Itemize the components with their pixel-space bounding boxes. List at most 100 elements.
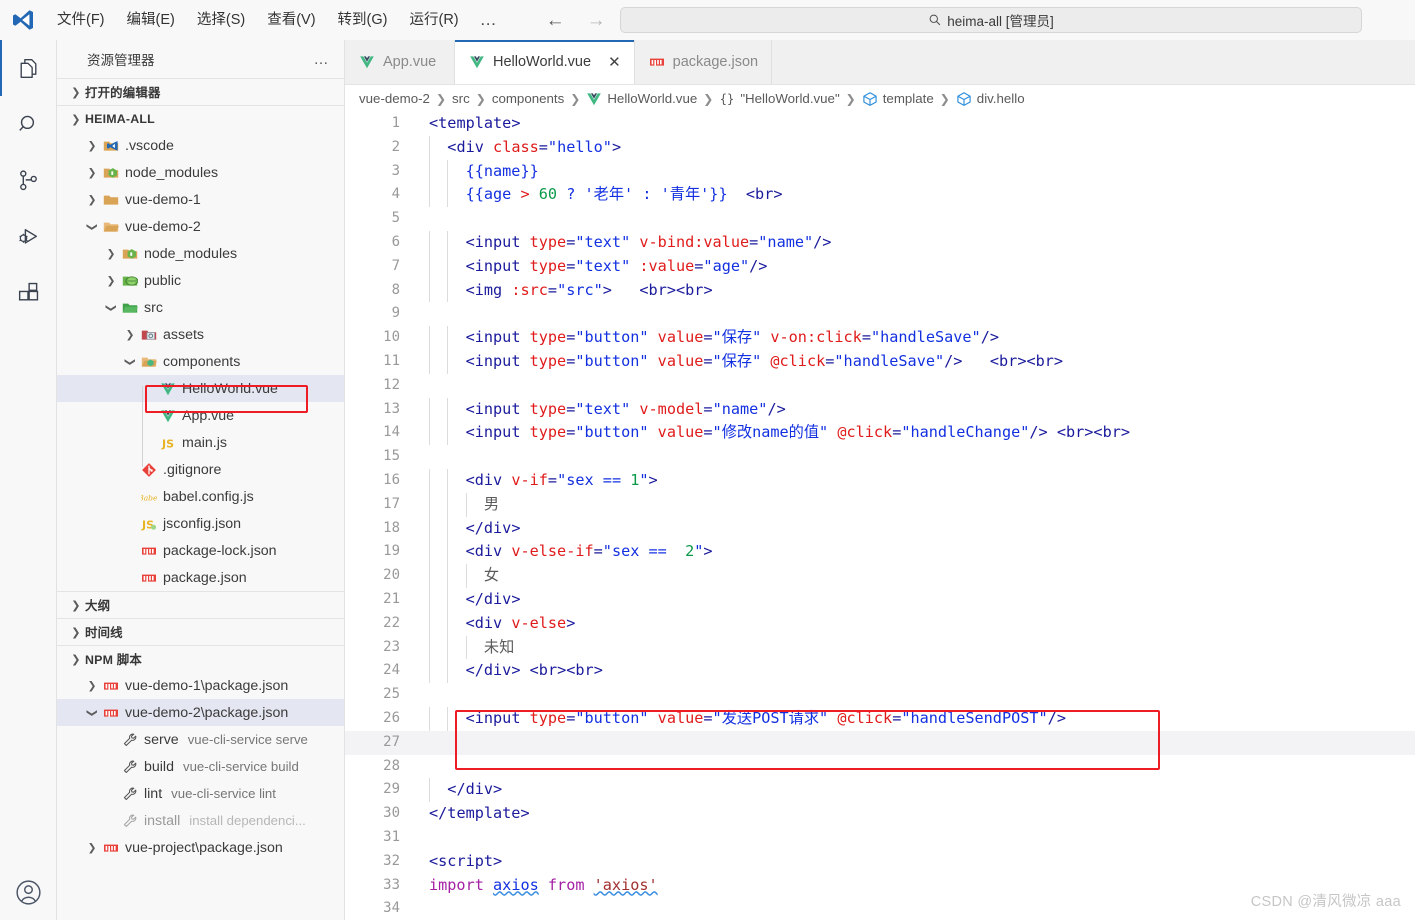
activitybar-source-control[interactable] (0, 152, 57, 208)
code-editor[interactable]: 1 <template> 2 <div class="hello"> 3 {{name}}… (345, 112, 1415, 920)
search-icon (18, 115, 34, 131)
npm-file-icon (100, 705, 121, 721)
section-workspace-root[interactable]: ❯ HEIMA-ALL (57, 105, 344, 132)
tree-folder-row[interactable]: ❯ vue-demo-2 (57, 213, 344, 240)
code-token: > (773, 185, 783, 204)
code-token: </ (465, 589, 484, 608)
folder-open-icon (100, 219, 121, 235)
code-token: = (703, 423, 713, 442)
close-icon[interactable]: ✕ (608, 55, 621, 70)
section-outline[interactable]: ❯ 大纲 (57, 591, 344, 618)
activitybar-explorer[interactable] (0, 40, 57, 96)
breadcrumb-item[interactable]: {} "HelloWorld.vue" (719, 91, 840, 107)
tree-folder-row[interactable]: ❯ components (57, 348, 344, 375)
breadcrumb-item[interactable]: components (492, 91, 564, 106)
breadcrumb-item[interactable]: src (452, 91, 470, 106)
breadcrumb-separator-icon: ❯ (703, 91, 714, 106)
breadcrumb-item[interactable]: template (862, 91, 934, 107)
code-token: br (575, 661, 594, 680)
code-token: template (447, 804, 521, 823)
tree-file-row[interactable]: HelloWorld.vue (57, 375, 344, 402)
activitybar-run-debug[interactable] (0, 208, 57, 264)
menu-edit[interactable]: 编辑(E) (116, 7, 186, 33)
code-text: <div v-else> (466, 612, 576, 636)
editor-tab[interactable]: package.json (634, 40, 773, 84)
tree-file-row[interactable]: App.vue (57, 402, 344, 429)
code-text: <div v-else-if="sex == 2"> (466, 540, 713, 564)
code-token: img (474, 280, 503, 299)
tree-folder-row[interactable]: ❯ node_modules (57, 159, 344, 186)
breadcrumb-item[interactable]: HelloWorld.vue (586, 91, 697, 107)
editor-tab[interactable]: HelloWorld.vue ✕ (455, 40, 635, 84)
tree-folder-row[interactable]: ❯ vue-demo-1 (57, 186, 344, 213)
menu-view[interactable]: 查看(V) (256, 7, 326, 33)
arrow-left-icon[interactable]: ← (546, 11, 565, 30)
code-token: "button" (575, 423, 649, 442)
tree-file-row[interactable]: .gitignore (57, 456, 344, 483)
code-token: "hello" (547, 137, 612, 156)
editor-tab[interactable]: App.vue (345, 40, 455, 84)
breadcrumb-item[interactable]: div.hello (956, 91, 1025, 107)
tree-file-row[interactable]: package-lock.json (57, 537, 344, 564)
tree-file-row[interactable]: Babel babel.config.js (57, 483, 344, 510)
npm-script-row[interactable]: install install dependenci... (57, 807, 344, 834)
tree-file-row[interactable]: package.json (57, 564, 344, 591)
npm-package-row[interactable]: ❯ vue-project\package.json (57, 834, 344, 861)
menu-selection[interactable]: 选择(S) (186, 7, 256, 33)
src-folder-icon (119, 300, 140, 316)
npm-package-row[interactable]: ❯ vue-demo-2\package.json (57, 699, 344, 726)
npm-file-icon (649, 54, 665, 70)
tree-folder-row[interactable]: ❯ public (57, 267, 344, 294)
quick-input-bar[interactable]: heima-all [管理员] (620, 7, 1362, 33)
tree-file-row[interactable]: JS jsconfig.json (57, 510, 344, 537)
code-text: <input type="button" value="修改name的值" @c… (466, 421, 1130, 445)
line-number: 6 (391, 233, 400, 250)
npm-row-command: vue-cli-service build (182, 759, 299, 774)
line-number: 7 (391, 257, 400, 274)
sidebar-more-button[interactable]: … (314, 51, 331, 68)
section-open-editors[interactable]: ❯ 打开的编辑器 (57, 78, 344, 105)
activitybar-search[interactable] (0, 96, 57, 152)
code-token: "handleSave" (834, 351, 945, 370)
babel-file-icon: Babel (141, 493, 157, 502)
menu-more-button[interactable]: … (470, 10, 508, 30)
breadcrumb-item[interactable]: vue-demo-2 (359, 91, 430, 106)
activitybar-extensions[interactable] (0, 264, 57, 320)
tree-folder-row[interactable]: ❯ .vscode (57, 132, 344, 159)
npm-script-row[interactable]: lint vue-cli-service lint (57, 780, 344, 807)
tree-folder-row[interactable]: ❯ src (57, 294, 344, 321)
code-token: /> (749, 256, 768, 275)
tree-file-row[interactable]: JS main.js (57, 429, 344, 456)
code-token: > (1120, 423, 1131, 442)
code-token: "发送POST请求" (712, 708, 829, 727)
code-token: "age" (703, 256, 750, 275)
breadcrumb-label: vue-demo-2 (359, 91, 430, 106)
menu-go[interactable]: 转到(G) (327, 7, 399, 33)
code-token: < (429, 851, 439, 870)
activitybar-account[interactable] (0, 864, 57, 920)
npm-script-row[interactable]: serve vue-cli-service serve (57, 726, 344, 753)
line-number: 8 (391, 281, 400, 298)
indent-guide (429, 254, 430, 279)
code-token: value (657, 708, 704, 727)
code-line: 20 女 (345, 564, 1415, 588)
tree-folder-row[interactable]: ❯ node_modules (57, 240, 344, 267)
arrow-right-icon[interactable]: → (587, 11, 606, 30)
section-npm-scripts[interactable]: ❯ NPM 脚本 (57, 645, 344, 672)
menu-run[interactable]: 运行(R) (398, 7, 469, 33)
section-timeline[interactable]: ❯ 时间线 (57, 618, 344, 645)
chevron-right-icon: ❯ (87, 166, 97, 179)
chevron-right-icon: ❯ (71, 626, 81, 639)
code-line: 15 (345, 445, 1415, 469)
code-token: = (547, 470, 558, 489)
tree-folder-row[interactable]: ❯ assets (57, 321, 344, 348)
npm-package-row[interactable]: ❯ vue-demo-1\package.json (57, 672, 344, 699)
wrench-icon (123, 733, 136, 746)
chevron-right-icon: ❯ (106, 247, 116, 260)
npm-script-row[interactable]: build vue-cli-service build (57, 753, 344, 780)
menu-file[interactable]: 文件(F) (46, 7, 116, 33)
vue-file-icon (587, 92, 602, 105)
code-text: </div> (466, 517, 521, 541)
